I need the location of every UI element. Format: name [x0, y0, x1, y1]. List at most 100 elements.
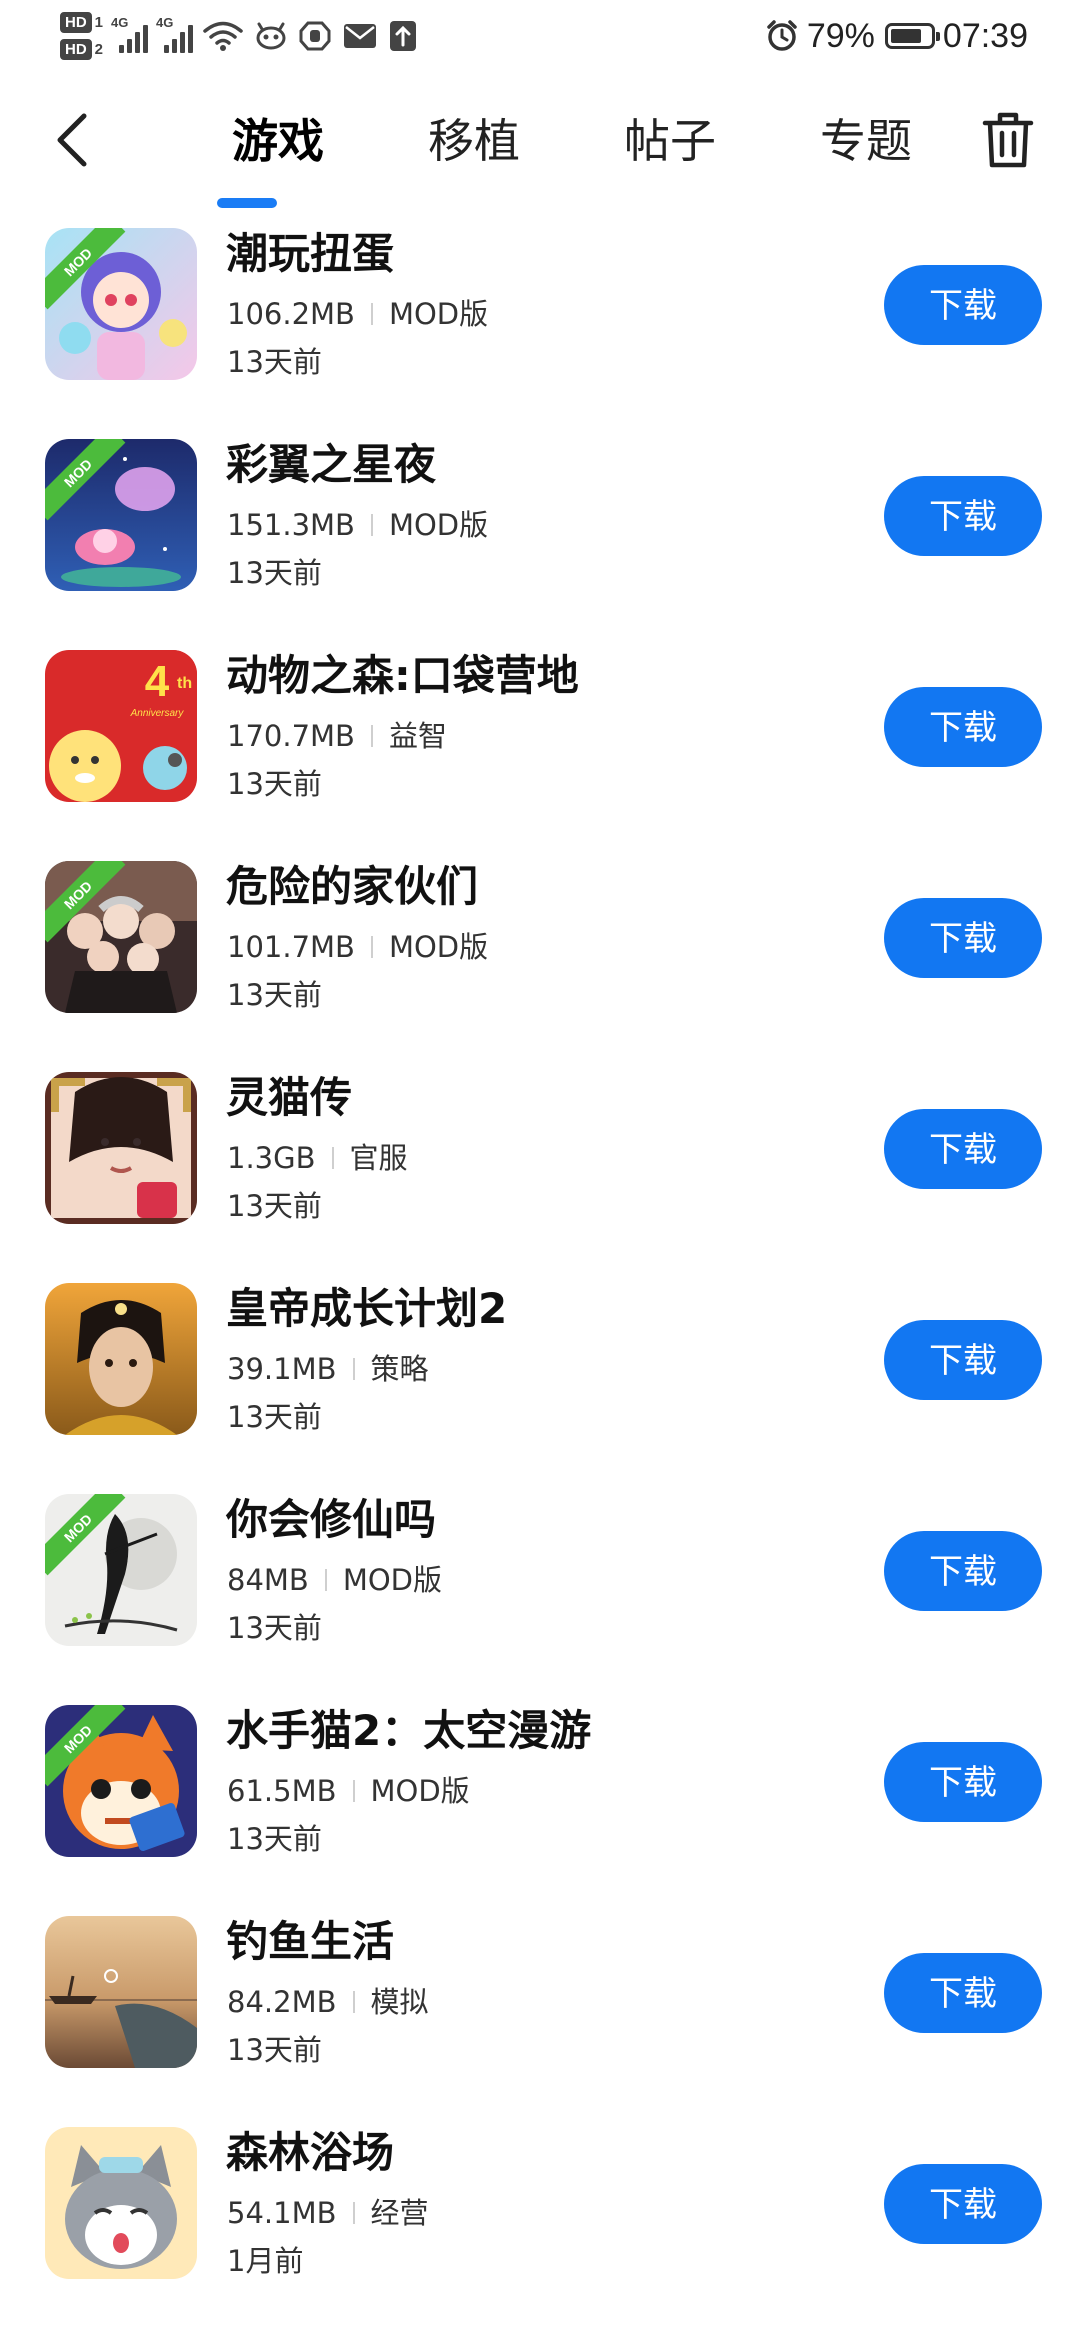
game-icon[interactable]: MOD	[45, 1494, 197, 1646]
game-meta: 106.2MB MOD版	[227, 294, 488, 334]
game-tag: 模拟	[370, 1985, 429, 2019]
svg-text:Anniversary: Anniversary	[130, 708, 185, 719]
game-updated-time: 13天前	[227, 1611, 322, 1645]
game-size: 170.7MB	[227, 719, 355, 753]
game-tag: 经营	[370, 2196, 429, 2230]
game-title: 你会修仙吗	[226, 1495, 437, 1544]
game-title: 潮玩扭蛋	[226, 229, 395, 278]
game-list-item[interactable]: MOD 危险的家伙们 101.7MB MOD版 13天前 下载	[0, 857, 1080, 1068]
download-button[interactable]: 下载	[884, 2164, 1042, 2244]
network-type-2: 4G	[156, 15, 174, 30]
game-meta: 170.7MB 益智	[227, 716, 447, 756]
meta-divider	[331, 1147, 334, 1169]
hd-2-badge: HD 2	[60, 39, 103, 60]
app-notification-icon	[255, 22, 287, 50]
network-type-1: 4G	[111, 15, 129, 30]
game-icon[interactable]: MOD	[45, 1705, 197, 1857]
tab-topics[interactable]: 专题	[768, 96, 964, 196]
game-updated-time: 13天前	[227, 978, 322, 1012]
game-title: 皇帝成长计划2	[226, 1284, 508, 1333]
game-updated-time: 13天前	[227, 2033, 322, 2067]
download-button[interactable]: 下载	[884, 1109, 1042, 1189]
hd-1-label: HD	[60, 12, 92, 33]
game-meta: 84.2MB 模拟	[227, 1982, 429, 2022]
trash-button[interactable]	[976, 108, 1040, 172]
game-icon[interactable]: 4 th Anniversary	[45, 650, 197, 802]
game-size: 39.1MB	[227, 1352, 337, 1386]
meta-divider	[352, 1991, 355, 2013]
game-size: 101.7MB	[227, 930, 355, 964]
game-icon[interactable]: MOD	[45, 439, 197, 591]
game-list-item[interactable]: MOD 潮玩扭蛋 106.2MB MOD版 13天前 下载	[0, 224, 1080, 435]
download-button[interactable]: 下载	[884, 265, 1042, 345]
hd-1-badge: HD 1	[60, 12, 103, 33]
game-meta: 151.3MB MOD版	[227, 505, 488, 545]
download-button[interactable]: 下载	[884, 1531, 1042, 1611]
game-list-item[interactable]: MOD 彩翼之星夜 151.3MB MOD版 13天前 下载	[0, 435, 1080, 646]
game-meta: 84MB MOD版	[227, 1560, 442, 1600]
meta-divider	[370, 725, 373, 747]
hd-2-label: HD	[60, 39, 92, 60]
game-icon[interactable]	[45, 1072, 197, 1224]
download-button[interactable]: 下载	[884, 1953, 1042, 2033]
active-tab-indicator	[217, 198, 277, 208]
signal-icon: 4G	[111, 15, 149, 53]
game-title: 水手猫2：太空漫游	[226, 1706, 592, 1755]
download-button[interactable]: 下载	[884, 1320, 1042, 1400]
hd-2-number: 2	[94, 41, 104, 58]
game-list-item[interactable]: 森林浴场 54.1MB 经营 1月前 下载	[0, 2123, 1080, 2334]
game-tag: MOD版	[388, 930, 489, 964]
game-icon[interactable]: MOD	[45, 861, 197, 1013]
status-bar: HD 1 HD 2 4G 4G 79% 07:39	[0, 0, 1080, 72]
game-size: 84.2MB	[227, 1985, 337, 2019]
meta-divider	[370, 303, 373, 325]
battery-fill	[890, 29, 921, 43]
game-title: 钓鱼生活	[226, 1917, 395, 1966]
game-list-item[interactable]: MOD 水手猫2：太空漫游 61.5MB MOD版 13天前 下载	[0, 1701, 1080, 1912]
tab-ports[interactable]: 移植	[376, 96, 572, 196]
download-button[interactable]: 下载	[884, 898, 1042, 978]
download-button[interactable]: 下载	[884, 687, 1042, 767]
game-icon[interactable]	[45, 1283, 197, 1435]
game-tag: 益智	[388, 719, 447, 753]
svg-text:4: 4	[145, 657, 170, 706]
game-list-item[interactable]: 4 th Anniversary 动物之森:口袋营地 170.7MB 益智 13天前…	[0, 646, 1080, 857]
meta-divider	[370, 514, 373, 536]
game-meta: 39.1MB 策略	[227, 1349, 429, 1389]
game-size: 106.2MB	[227, 297, 355, 331]
download-button[interactable]: 下载	[884, 476, 1042, 556]
tab-posts[interactable]: 帖子	[572, 96, 768, 196]
game-updated-time: 13天前	[227, 556, 322, 590]
game-title: 灵猫传	[226, 1073, 353, 1122]
game-list-item[interactable]: 灵猫传 1.3GB 官服 13天前 下载	[0, 1068, 1080, 1279]
game-list-item[interactable]: 钓鱼生活 84.2MB 模拟 13天前 下载	[0, 1912, 1080, 2123]
game-tag: MOD版	[342, 1563, 443, 1597]
download-button[interactable]: 下载	[884, 1742, 1042, 1822]
chevron-left-icon	[57, 113, 87, 167]
game-tag: 策略	[370, 1352, 429, 1386]
game-icon[interactable]: MOD	[45, 228, 197, 380]
battery-icon	[884, 23, 940, 49]
game-icon[interactable]	[45, 1916, 197, 2068]
clock: 07:39	[942, 16, 1028, 55]
game-meta: 1.3GB 官服	[227, 1138, 408, 1178]
game-updated-time: 1月前	[227, 2244, 304, 2278]
signal-icon: 4G	[156, 15, 194, 53]
game-updated-time: 13天前	[227, 767, 322, 801]
back-button[interactable]	[40, 108, 104, 172]
tab-bar: 游戏 移植 帖子 专题	[180, 96, 964, 196]
game-title: 危险的家伙们	[226, 862, 479, 911]
meta-divider	[324, 1569, 327, 1591]
game-list-item[interactable]: MOD 你会修仙吗 84MB MOD版 13天前 下载	[0, 1490, 1080, 1701]
game-icon[interactable]	[45, 2127, 197, 2279]
game-meta: 54.1MB 经营	[227, 2193, 429, 2233]
meta-divider	[352, 1780, 355, 1802]
wifi-icon	[203, 20, 243, 52]
hd-1-number: 1	[94, 14, 104, 31]
game-list-item[interactable]: 皇帝成长计划2 39.1MB 策略 13天前 下载	[0, 1279, 1080, 1490]
tab-games[interactable]: 游戏	[180, 96, 376, 196]
meta-divider	[352, 1358, 355, 1380]
top-nav: 游戏 移植 帖子 专题	[0, 96, 1080, 216]
game-title: 森林浴场	[226, 2128, 395, 2177]
game-tag: 官服	[349, 1141, 408, 1175]
